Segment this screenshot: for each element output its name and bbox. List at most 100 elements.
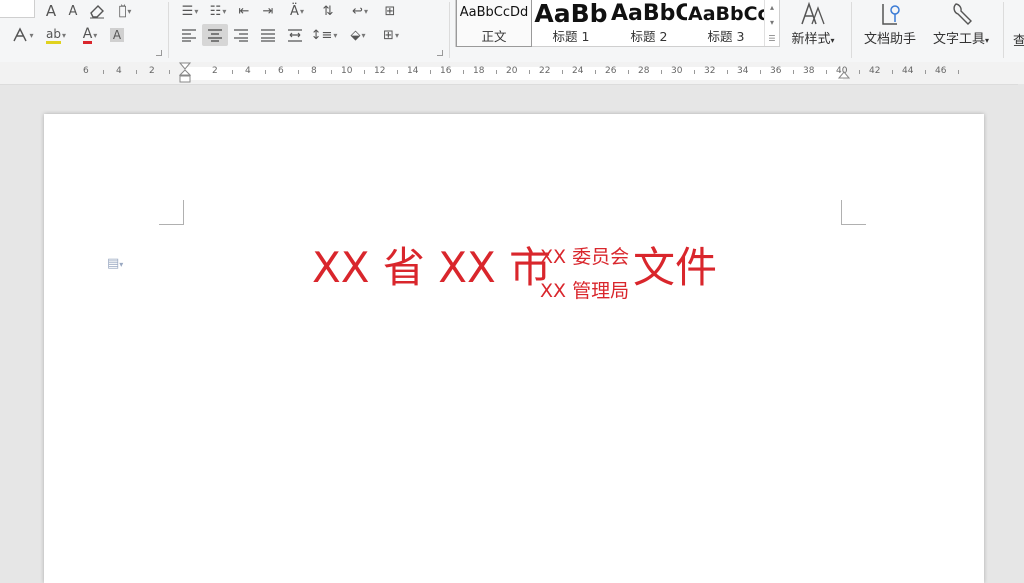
more-icon: ☰ — [768, 33, 776, 43]
style-heading-1[interactable]: AaBb 标题 1 — [532, 0, 610, 46]
ruler-number: 46 — [935, 66, 947, 76]
ruler-tick — [396, 70, 398, 74]
ruler-tick — [660, 70, 662, 74]
style-heading-3[interactable]: AaBbCc 标题 3 — [688, 0, 764, 46]
indent-icon: ⇥ — [262, 3, 274, 19]
gallery-scroll[interactable]: ▴ ▾ ☰ — [764, 0, 779, 46]
margin-corner-top-right — [841, 200, 866, 225]
heading-prefix: XX 省 XX 市 — [312, 243, 552, 292]
ruler-tick — [759, 70, 761, 74]
ruler-number: 20 — [506, 66, 518, 76]
overflow-tool-label[interactable]: 查 — [1013, 30, 1024, 49]
document-page[interactable]: ▤▾ XX 省 XX 市 XX 委员会 XX 管理局 文件 — [44, 114, 984, 583]
ruler-number: 14 — [407, 66, 419, 76]
ruler-number: 4 — [245, 66, 251, 76]
ruler-tick — [231, 70, 233, 74]
change-case-button[interactable]: Ä ▾ — [280, 0, 314, 22]
ruler-tick — [330, 70, 332, 74]
shading-button[interactable]: ⬙ ▾ — [340, 24, 376, 46]
indent-marker-icon[interactable] — [179, 62, 191, 84]
separator — [1003, 2, 1004, 58]
ruler-tick — [693, 70, 695, 74]
margin-corner-top-left — [159, 200, 184, 225]
ruler-number: 2 — [149, 66, 155, 76]
doc-helper-button[interactable]: 文档助手 — [858, 0, 922, 58]
ruler-tick — [264, 70, 266, 74]
ruler-number: 8 — [311, 66, 317, 76]
ruler-tick — [462, 70, 464, 74]
line-spacing-icon: ↕≡ — [310, 27, 333, 43]
chevron-down-icon: ▾ — [769, 18, 774, 28]
font-dialog-launcher[interactable] — [156, 50, 162, 56]
paragraph-tools-row-2: ↕≡ ▾ ⬙ ▾ ⊞ ▾ — [176, 24, 406, 46]
justify-button[interactable] — [254, 24, 282, 46]
ruler-tick — [363, 70, 365, 74]
new-style-icon — [783, 0, 843, 28]
borders-button[interactable]: ⊞ ▾ — [376, 24, 406, 46]
style-label: 标题 1 — [552, 29, 590, 44]
bullet-list-button[interactable]: ☰ ▾ — [176, 0, 204, 22]
char-shading-button[interactable]: A — [106, 24, 128, 46]
ruler-number: 32 — [704, 66, 716, 76]
style-heading-2[interactable]: AaBbC 标题 2 — [611, 0, 687, 46]
ruler-number: 16 — [440, 66, 452, 76]
text-effect-icon — [13, 27, 28, 42]
new-style-label: 新样式 — [791, 32, 831, 47]
style-normal[interactable]: AaBbCcDd 正文 — [456, 0, 532, 47]
distributed-button[interactable] — [282, 24, 308, 46]
new-style-button[interactable]: 新样式▾ — [783, 0, 843, 58]
doc-helper-icon — [858, 0, 922, 28]
outdent-icon: ⇤ — [238, 3, 250, 19]
table-tool-button[interactable]: ⊞ — [378, 0, 402, 22]
ruler-tick — [429, 70, 431, 74]
style-preview: AaBbCcDd — [459, 5, 529, 20]
font-color-icon: A — [82, 25, 93, 44]
numbered-list-button[interactable]: ☷ ▾ — [204, 0, 232, 22]
align-right-button[interactable] — [228, 24, 254, 46]
text-tools-label: 文字工具 — [932, 32, 985, 47]
paragraph-dialog-launcher[interactable] — [437, 50, 443, 56]
font-color-button[interactable]: A ▾ — [74, 24, 106, 46]
highlight-button[interactable]: ab ▾ — [38, 24, 74, 46]
phonetic-button[interactable]: 文̆ ▾ — [110, 0, 140, 22]
decrease-indent-button[interactable]: ⇤ — [232, 0, 256, 22]
ruler-number: 36 — [770, 66, 782, 76]
line-wrap-button[interactable]: ↩ ▾ — [342, 0, 378, 22]
doc-helper-label: 文档助手 — [863, 32, 916, 47]
font-tools-row-2: ▾ ab ▾ A ▾ A — [8, 24, 128, 46]
align-center-button[interactable] — [202, 24, 228, 46]
style-preview: AaBbC — [611, 1, 687, 26]
ruler-tick — [528, 70, 530, 74]
separator — [851, 2, 852, 58]
decrease-font-button[interactable]: A — [62, 0, 84, 22]
right-indent-marker-icon[interactable] — [838, 68, 850, 82]
ruler-number: 24 — [572, 66, 584, 76]
style-gallery: AaBbCcDd 正文 AaBb 标题 1 AaBbC 标题 2 AaBbCc … — [455, 0, 780, 47]
line-spacing-button[interactable]: ↕≡ ▾ — [308, 24, 340, 46]
text-effect-button[interactable]: ▾ — [8, 24, 38, 46]
align-center-icon — [208, 29, 222, 42]
sort-button[interactable]: ⇅ — [314, 0, 342, 22]
ruler-number: 12 — [374, 66, 386, 76]
increase-indent-button[interactable]: ⇥ — [256, 0, 280, 22]
ruler-number: 34 — [737, 66, 749, 76]
ruler-tick — [825, 70, 827, 74]
eraser-icon — [90, 5, 104, 19]
clear-format-button[interactable] — [84, 0, 110, 22]
align-left-button[interactable] — [176, 24, 202, 46]
ruler-tick — [168, 70, 170, 74]
ruler-tick — [297, 70, 299, 74]
chevron-up-icon: ▴ — [769, 3, 774, 13]
ruler-number: 44 — [902, 66, 914, 76]
text-tools-button[interactable]: 文字工具▾ — [926, 0, 996, 58]
ruler-tick — [495, 70, 497, 74]
horizontal-ruler[interactable]: 6 4 2 2 4 6 8 10 12 14 16 18 20 22 24 26 28 30 32 34 36 38 40 4… — [0, 62, 1024, 85]
style-preview: AaBb — [534, 0, 608, 28]
font-size-input[interactable] — [0, 0, 35, 18]
style-label: 正文 — [481, 29, 507, 44]
phonetic-icon: 文̆ — [118, 3, 127, 19]
vertical-scrollbar[interactable] — [1018, 84, 1024, 583]
paragraph-layout-icon[interactable]: ▤▾ — [107, 256, 123, 271]
style-preview: AaBbCc — [688, 3, 764, 25]
increase-font-button[interactable]: A — [40, 0, 62, 22]
